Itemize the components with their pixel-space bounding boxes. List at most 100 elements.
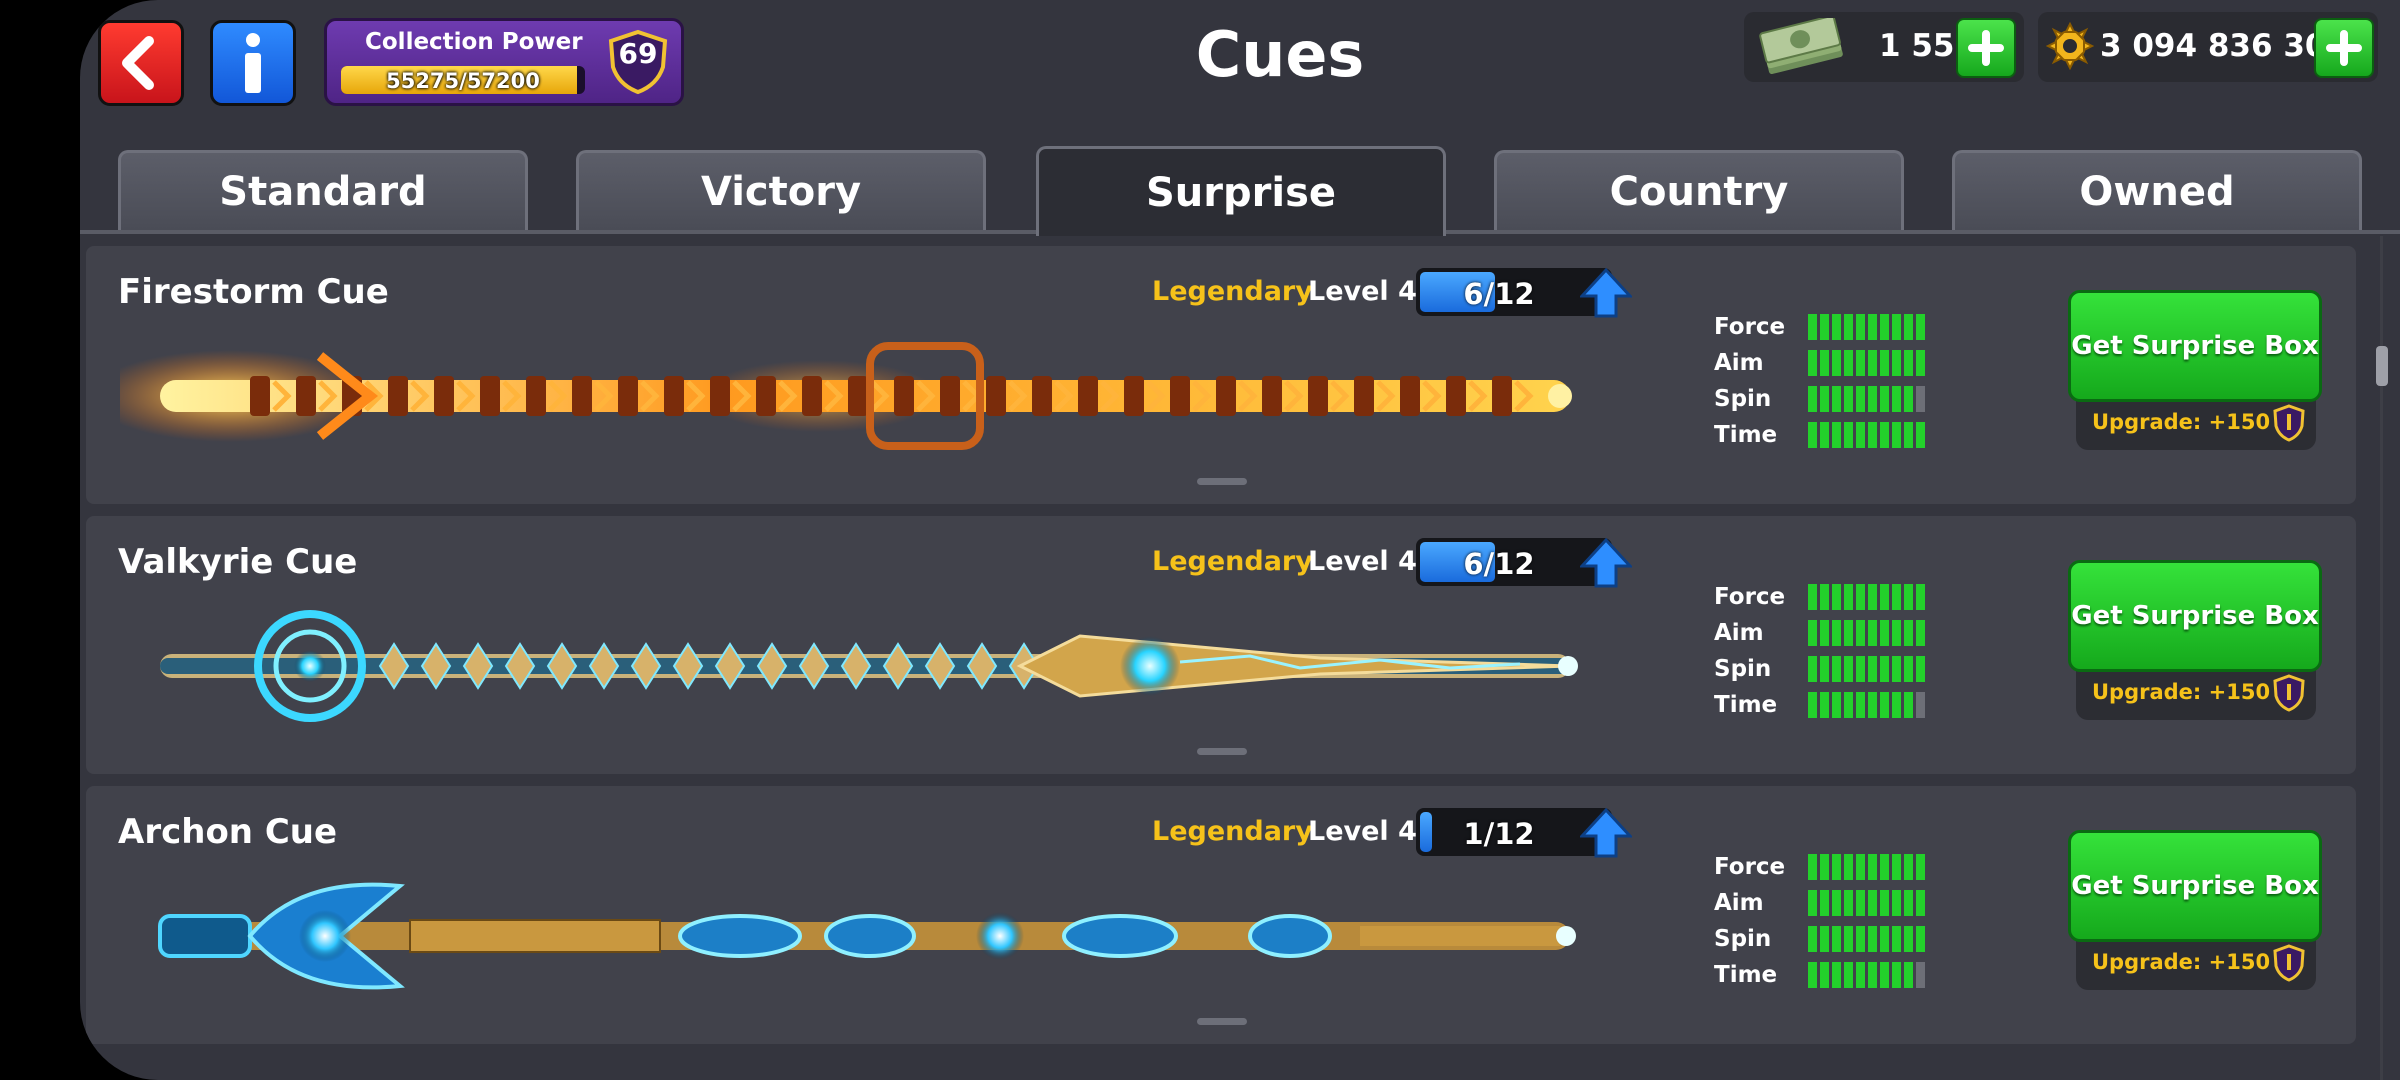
get-surprise-box-button[interactable]: Get Surprise Box: [2068, 560, 2322, 672]
stat-segment: [1892, 656, 1901, 682]
stat-label: Spin: [1714, 656, 1772, 682]
stat-segment: [1880, 386, 1889, 412]
rarity-label: Legendary: [1152, 276, 1313, 307]
stat-segment: [1832, 656, 1841, 682]
stat-segment: [1868, 926, 1877, 952]
stat-segment: [1820, 890, 1829, 916]
back-button[interactable]: [98, 20, 184, 106]
stat-segment: [1916, 692, 1925, 718]
stat-segment: [1808, 350, 1817, 376]
stat-segment: [1868, 314, 1877, 340]
cue-card[interactable]: Valkyrie Cue Legendary Level 4 6/12 Force Aim…: [86, 516, 2356, 774]
add-coins-button[interactable]: [2314, 18, 2374, 78]
stat-segment: [1904, 926, 1913, 952]
stat-segment: [1916, 656, 1925, 682]
stat-segment: [1904, 656, 1913, 682]
stat-row-aim: Aim: [1714, 886, 1974, 922]
tab-victory[interactable]: Victory: [576, 150, 986, 230]
stat-label: Time: [1714, 692, 1778, 718]
stat-segment: [1892, 854, 1901, 880]
info-icon: [245, 33, 261, 93]
stat-bar: [1808, 692, 1925, 718]
stat-segment: [1892, 692, 1901, 718]
stat-segment: [1844, 926, 1853, 952]
stat-segment: [1844, 422, 1853, 448]
stat-segment: [1808, 854, 1817, 880]
expand-handle[interactable]: [1197, 1018, 1247, 1025]
stat-segment: [1820, 584, 1829, 610]
stat-segment: [1904, 422, 1913, 448]
stat-segment: [1904, 620, 1913, 646]
stat-row-force: Force: [1714, 310, 1974, 346]
info-button[interactable]: [210, 20, 296, 106]
upgrade-info: Upgrade: +150: [2076, 934, 2316, 990]
stat-row-force: Force: [1714, 580, 1974, 616]
stat-segment: [1868, 350, 1877, 376]
stat-segment: [1808, 386, 1817, 412]
stat-segment: [1844, 386, 1853, 412]
coin-balance: 3 094 836 307: [2038, 12, 2378, 82]
stat-segment: [1868, 422, 1877, 448]
rarity-label: Legendary: [1152, 816, 1313, 847]
stat-segment: [1904, 386, 1913, 412]
stat-bar: [1808, 314, 1925, 340]
cue-name: Valkyrie Cue: [118, 542, 358, 582]
stat-segment: [1880, 962, 1889, 988]
stat-segment: [1808, 422, 1817, 448]
add-cash-button[interactable]: [1956, 18, 2016, 78]
get-surprise-box-button[interactable]: Get Surprise Box: [2068, 290, 2322, 402]
cue-list[interactable]: Firestorm Cue Legendary Level 4 6/12 Force Ai…: [80, 236, 2370, 1080]
tab-owned[interactable]: Owned: [1952, 150, 2362, 230]
stat-segment: [1820, 656, 1829, 682]
scroll-thumb[interactable]: [2376, 346, 2388, 386]
upgrade-info: Upgrade: +150: [2076, 394, 2316, 450]
stat-segment: [1916, 962, 1925, 988]
stat-segment: [1856, 854, 1865, 880]
stat-segment: [1892, 314, 1901, 340]
cue-name: Archon Cue: [118, 812, 338, 852]
stat-label: Force: [1714, 314, 1786, 340]
get-surprise-box-button[interactable]: Get Surprise Box: [2068, 830, 2322, 942]
back-arrow-icon: [122, 36, 154, 90]
stat-segment: [1820, 854, 1829, 880]
stat-segment: [1856, 656, 1865, 682]
stat-segment: [1832, 620, 1841, 646]
stat-segment: [1808, 656, 1817, 682]
stat-segment: [1868, 962, 1877, 988]
stat-segment: [1856, 584, 1865, 610]
stat-segment: [1916, 620, 1925, 646]
collection-power-panel[interactable]: Collection Power 55275/57200 69: [324, 18, 684, 106]
tab-surprise[interactable]: Surprise: [1036, 146, 1446, 236]
stat-segment: [1916, 422, 1925, 448]
stat-segment: [1820, 386, 1829, 412]
stat-segment: [1916, 314, 1925, 340]
expand-handle[interactable]: [1197, 748, 1247, 755]
cue-card[interactable]: Firestorm Cue Legendary Level 4 6/12 Force Ai…: [86, 246, 2356, 504]
stat-segment: [1916, 890, 1925, 916]
level-label: Level 4: [1308, 546, 1417, 577]
stat-row-spin: Spin: [1714, 652, 1974, 688]
collection-power-bar: 55275/57200: [341, 66, 585, 94]
stat-segment: [1856, 422, 1865, 448]
stat-segment: [1892, 962, 1901, 988]
stat-segment: [1832, 386, 1841, 412]
stat-bar: [1808, 656, 1925, 682]
stat-segment: [1820, 926, 1829, 952]
scrollbar[interactable]: [2370, 236, 2392, 1080]
stat-segment: [1808, 890, 1817, 916]
tab-country[interactable]: Country: [1494, 150, 1904, 230]
stat-segment: [1904, 962, 1913, 988]
collection-power-level: 69: [618, 37, 658, 70]
stat-segment: [1820, 422, 1829, 448]
tab-standard[interactable]: Standard: [118, 150, 528, 230]
stat-row-aim: Aim: [1714, 346, 1974, 382]
stat-segment: [1844, 890, 1853, 916]
expand-handle[interactable]: [1197, 478, 1247, 485]
coin-icon: [2046, 22, 2094, 70]
stat-label: Aim: [1714, 350, 1764, 376]
stat-label: Aim: [1714, 620, 1764, 646]
stat-segment: [1880, 350, 1889, 376]
cue-name: Firestorm Cue: [118, 272, 389, 312]
cue-card[interactable]: Archon Cue Legendary Level 4 1/12 Force Aim Sp…: [86, 786, 2356, 1044]
upgrade-info: Upgrade: +150: [2076, 664, 2316, 720]
